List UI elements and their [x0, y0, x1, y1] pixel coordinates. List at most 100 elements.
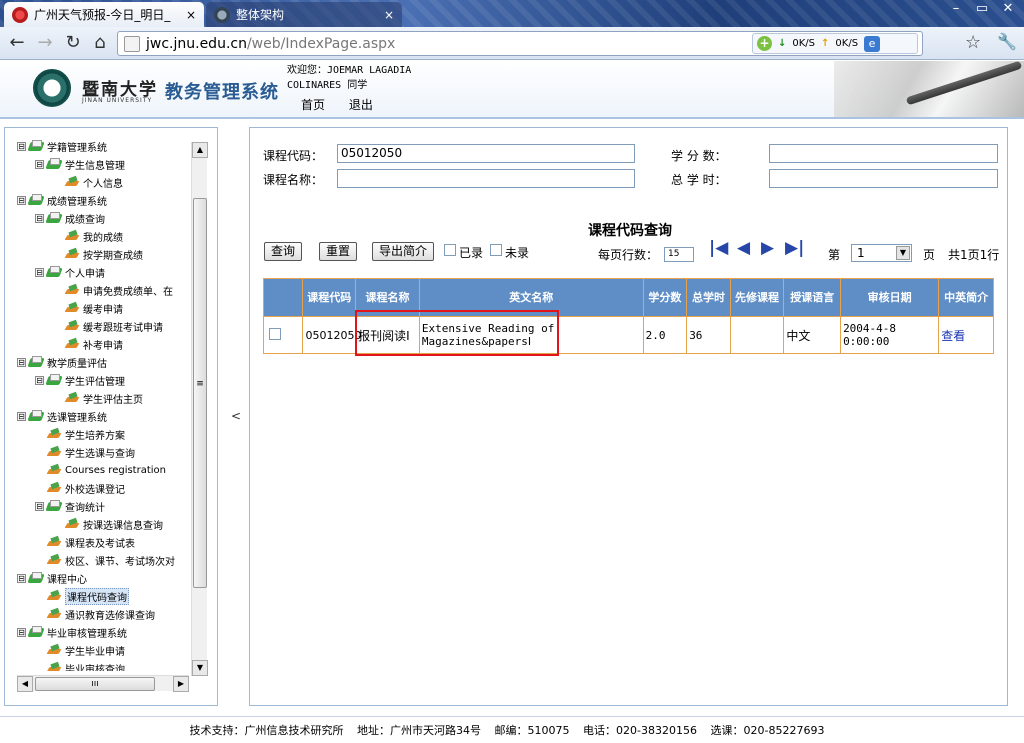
- scroll-thumb[interactable]: ≡: [193, 198, 207, 588]
- collapse-toggle-icon[interactable]: ⊟: [17, 573, 26, 583]
- tree-node-label[interactable]: Courses registration: [65, 465, 166, 476]
- tree-node[interactable]: ⊟ 个人申请: [17, 263, 189, 281]
- tree-node-label[interactable]: 学籍管理系统: [47, 139, 107, 154]
- tree-node[interactable]: ⊟ 教学质量评估: [17, 353, 189, 371]
- tree-node-label[interactable]: 校区、课节、考试场次对: [65, 553, 175, 568]
- tree-node[interactable]: 学生毕业申请: [17, 641, 189, 659]
- bookmark-star-icon[interactable]: ☆: [965, 32, 981, 53]
- tree-node[interactable]: 我的成绩: [17, 227, 189, 245]
- collapse-toggle-icon[interactable]: ⊟: [17, 411, 26, 421]
- tree-node[interactable]: 申请免费成绩单、在: [17, 281, 189, 299]
- tree-node-label[interactable]: 我的成绩: [83, 229, 123, 244]
- browser-tab-weather[interactable]: 广州天气预报-今日_明日_ ×: [4, 2, 204, 27]
- tree-node[interactable]: 外校选课登记: [17, 479, 189, 497]
- window-close-icon[interactable]: ✕: [996, 0, 1020, 18]
- vertical-scrollbar[interactable]: ▲ ≡ ▼: [191, 142, 208, 676]
- tree-node[interactable]: 补考申请: [17, 335, 189, 353]
- home-link[interactable]: 首页: [301, 98, 325, 112]
- tree-node[interactable]: ⊟ 查询统计: [17, 497, 189, 515]
- tree-node-label[interactable]: 外校选课登记: [65, 481, 125, 496]
- collapse-toggle-icon[interactable]: ⊟: [35, 159, 44, 169]
- tree-node[interactable]: ⊟ 成绩查询: [17, 209, 189, 227]
- tree-node[interactable]: 毕业审核查询: [17, 659, 189, 672]
- tree-node-label[interactable]: 个人信息: [83, 175, 123, 190]
- reset-button[interactable]: 重置: [319, 242, 357, 261]
- tree-node-label[interactable]: 学生培养方案: [65, 427, 125, 442]
- tree-node-label[interactable]: 个人申请: [65, 265, 105, 280]
- tree-node-label[interactable]: 学生评估管理: [65, 373, 125, 388]
- tree-node-label[interactable]: 成绩管理系统: [47, 193, 107, 208]
- minimize-icon[interactable]: –: [944, 0, 968, 18]
- table-row[interactable]: 05012050 报刊阅读Ⅰ Extensive Reading of Maga…: [262, 316, 994, 354]
- tree-node-label[interactable]: 缓考申请: [83, 301, 123, 316]
- tree-node[interactable]: 校区、课节、考试场次对: [17, 551, 189, 569]
- tree-node-label[interactable]: 学生评估主页: [83, 391, 143, 406]
- tree-node[interactable]: ⊟ 学籍管理系统: [17, 137, 189, 155]
- wrench-menu-icon[interactable]: 🔧: [997, 32, 1017, 51]
- tree-node-label[interactable]: 毕业审核查询: [65, 661, 125, 672]
- tree-node[interactable]: ⊟ 课程中心: [17, 569, 189, 587]
- tree-node-label[interactable]: 毕业审核管理系统: [47, 625, 127, 640]
- prev-page-icon[interactable]: ◀: [737, 238, 750, 258]
- tree-node-label[interactable]: 选课管理系统: [47, 409, 107, 424]
- home-icon[interactable]: ⌂: [89, 32, 111, 54]
- plus-icon[interactable]: +: [757, 36, 772, 51]
- tree-node[interactable]: ⊟ 毕业审核管理系统: [17, 623, 189, 641]
- tree-node[interactable]: 学生选课与查询: [17, 443, 189, 461]
- next-page-icon[interactable]: ▶: [761, 238, 774, 258]
- tree-node[interactable]: 按学期查成绩: [17, 245, 189, 263]
- collapse-toggle-icon[interactable]: ⊟: [17, 627, 26, 637]
- tree-node-label[interactable]: 查询统计: [65, 499, 105, 514]
- tree-node-label[interactable]: 课程中心: [47, 571, 87, 586]
- back-arrow-icon[interactable]: ←: [6, 32, 28, 54]
- tree-node[interactable]: 课程表及考试表: [17, 533, 189, 551]
- row-checkbox[interactable]: [269, 327, 281, 340]
- tree-node[interactable]: 个人信息: [17, 173, 189, 191]
- tree-node-label[interactable]: 按课选课信息查询: [83, 517, 163, 532]
- collapse-toggle-icon[interactable]: ⊟: [17, 141, 26, 151]
- close-tab-icon[interactable]: ×: [384, 8, 394, 22]
- chevron-down-icon[interactable]: ▼: [896, 246, 910, 260]
- collapse-toggle-icon[interactable]: ⊟: [35, 375, 44, 385]
- last-page-icon[interactable]: ▶|: [785, 238, 804, 258]
- tree-node[interactable]: ⊟ 学生信息管理: [17, 155, 189, 173]
- close-tab-icon[interactable]: ×: [186, 8, 196, 22]
- collapse-toggle-icon[interactable]: ⊟: [17, 195, 26, 205]
- tree-node-label[interactable]: 学生选课与查询: [65, 445, 135, 460]
- maximize-icon[interactable]: ▭: [970, 0, 994, 18]
- credits-input[interactable]: [769, 144, 998, 163]
- not-recorded-checkbox[interactable]: [490, 244, 502, 256]
- collapse-toggle-icon[interactable]: ⊟: [35, 213, 44, 223]
- tree-node-label[interactable]: 教学质量评估: [47, 355, 107, 370]
- collapse-toggle-icon[interactable]: ⊟: [35, 267, 44, 277]
- scroll-up-icon[interactable]: ▲: [192, 142, 208, 158]
- per-page-input[interactable]: 15: [664, 247, 694, 262]
- collapse-toggle-icon[interactable]: ⊟: [17, 357, 26, 367]
- tree-node-label[interactable]: 课程代码查询: [65, 587, 129, 605]
- collapse-panel-icon[interactable]: <: [231, 409, 241, 423]
- tree-node-label[interactable]: 成绩查询: [65, 211, 105, 226]
- tree-node[interactable]: 学生培养方案: [17, 425, 189, 443]
- page-select[interactable]: 1 ▼: [851, 244, 912, 262]
- logout-link[interactable]: 退出: [349, 98, 373, 112]
- h-scroll-thumb[interactable]: ııı: [35, 677, 155, 691]
- forward-arrow-icon[interactable]: →: [34, 32, 56, 54]
- tree-node-label[interactable]: 申请免费成绩单、在: [83, 283, 173, 298]
- tree-node-label[interactable]: 缓考跟班考试申请: [83, 319, 163, 334]
- tree-node-label[interactable]: 通识教育选修课查询: [65, 607, 155, 622]
- course-code-input[interactable]: 05012050: [337, 144, 635, 163]
- query-button[interactable]: 查询: [264, 242, 302, 261]
- address-bar[interactable]: jwc.jnu.edu.cn/web/IndexPage.aspx + ↓ 0K…: [117, 31, 923, 56]
- export-intro-button[interactable]: 导出简介: [372, 242, 434, 261]
- tree-node-label[interactable]: 学生毕业申请: [65, 643, 125, 658]
- tree-node-label[interactable]: 按学期查成绩: [83, 247, 143, 262]
- tree-node[interactable]: 按课选课信息查询: [17, 515, 189, 533]
- first-page-icon[interactable]: |◀: [709, 238, 728, 258]
- tree-node[interactable]: 通识教育选修课查询: [17, 605, 189, 623]
- scroll-right-icon[interactable]: ▶: [173, 676, 189, 692]
- tree-node-label[interactable]: 补考申请: [83, 337, 123, 352]
- view-intro-link[interactable]: 查看: [941, 329, 965, 343]
- tree-node[interactable]: ⊟ 学生评估管理: [17, 371, 189, 389]
- collapse-toggle-icon[interactable]: ⊟: [35, 501, 44, 511]
- tree-node[interactable]: 缓考跟班考试申请: [17, 317, 189, 335]
